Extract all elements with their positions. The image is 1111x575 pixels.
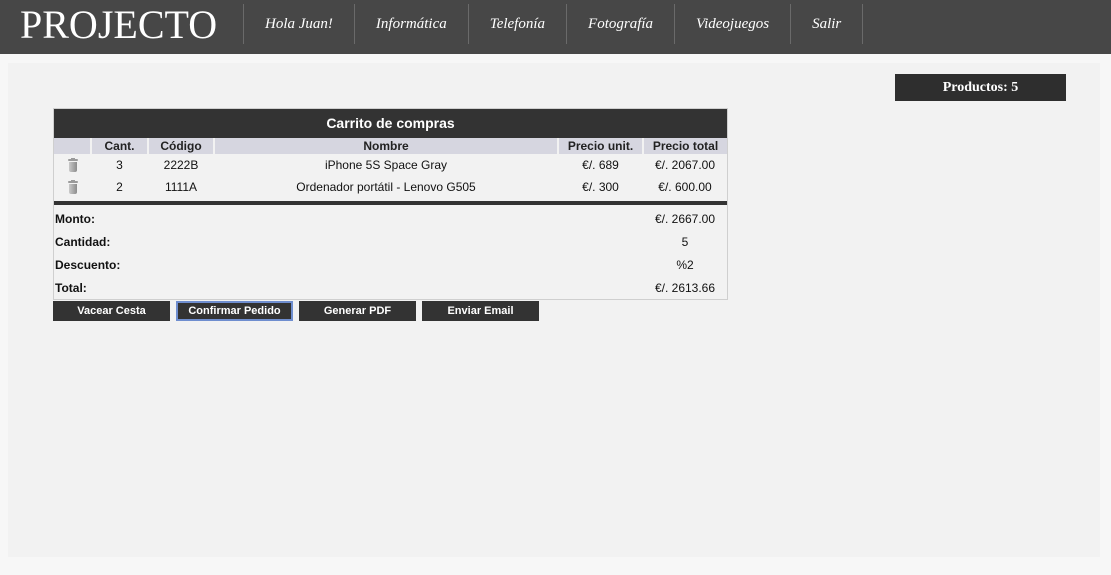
- table-row: 3 2222B iPhone 5S Space Gray €/. 689 €/.…: [54, 154, 727, 176]
- summary-row: Cantidad: 5: [54, 230, 727, 253]
- confirm-order-button[interactable]: Confirmar Pedido: [176, 301, 293, 321]
- item-qty: 3: [116, 158, 123, 172]
- generate-pdf-button[interactable]: Generar PDF: [299, 301, 416, 321]
- col-nombre: Nombre: [213, 138, 558, 154]
- item-name: Ordenador portátil - Lenovo G505: [296, 180, 476, 194]
- item-qty: 2: [116, 180, 123, 194]
- nav-fotografia[interactable]: Fotografía: [566, 4, 674, 44]
- delete-item-button[interactable]: [54, 154, 91, 176]
- item-unit-price: €/. 300: [582, 180, 619, 194]
- summary-row: Descuento: %2: [54, 253, 727, 276]
- col-delete: [54, 138, 91, 154]
- table-row: 2 1111A Ordenador portátil - Lenovo G505…: [54, 176, 727, 198]
- main-nav: Hola Juan! Informática Telefonía Fotogra…: [243, 4, 864, 44]
- products-counter: Productos: 5: [895, 74, 1066, 101]
- nav-telefonia[interactable]: Telefonía: [467, 4, 566, 44]
- nav-videojuegos[interactable]: Videojuegos: [674, 4, 790, 44]
- item-name: iPhone 5S Space Gray: [324, 158, 448, 172]
- table-header-row: Cant. Código Nombre Precio unit. Precio …: [54, 138, 727, 154]
- summary-row: Monto: €/. 2667.00: [54, 207, 727, 230]
- trash-icon[interactable]: [67, 158, 78, 173]
- shopping-cart: Carrito de compras Cant. Código Nombre P…: [53, 108, 728, 300]
- item-code: 1111A: [164, 180, 198, 194]
- item-unit-price: €/. 689: [582, 158, 619, 172]
- delete-item-button[interactable]: [54, 176, 91, 198]
- empty-cart-button[interactable]: Vacear Cesta: [53, 301, 170, 321]
- header-bar: PROJECTO Hola Juan! Informática Telefoní…: [0, 0, 1111, 54]
- site-logo[interactable]: PROJECTO: [20, 2, 217, 48]
- item-total-price: €/. 600.00: [658, 180, 712, 194]
- monto-label: Monto:: [55, 211, 95, 226]
- monto-value: €/. 2667.00: [654, 211, 716, 226]
- send-email-button[interactable]: Enviar Email: [422, 301, 539, 321]
- item-code: 2222B: [163, 158, 199, 172]
- cart-actions: Vacear Cesta Confirmar Pedido Generar PD…: [53, 301, 545, 321]
- descuento-value: %2: [676, 257, 694, 272]
- trash-icon[interactable]: [67, 180, 78, 195]
- summary-row: Total: €/. 2613.66: [54, 276, 727, 299]
- col-precio-unit: Precio unit.: [557, 138, 643, 154]
- total-value: €/. 2613.66: [654, 280, 716, 295]
- descuento-label: Descuento:: [55, 257, 121, 272]
- nav-salir[interactable]: Salir: [790, 4, 864, 44]
- nav-informatica[interactable]: Informática: [353, 4, 468, 44]
- cart-items-table: Cant. Código Nombre Precio unit. Precio …: [54, 138, 727, 198]
- divider: [54, 201, 727, 205]
- nav-greeting[interactable]: Hola Juan!: [243, 4, 354, 44]
- total-label: Total:: [55, 280, 87, 295]
- cart-title: Carrito de compras: [54, 109, 727, 138]
- item-total-price: €/. 2067.00: [654, 158, 716, 172]
- col-precio-total: Precio total: [642, 138, 727, 154]
- col-cant: Cant.: [90, 138, 148, 154]
- main-panel: Productos: 5 Carrito de compras Cant. Có…: [8, 63, 1100, 557]
- cart-summary: Monto: €/. 2667.00 Cantidad: 5 Descuento…: [54, 207, 727, 299]
- cantidad-label: Cantidad:: [55, 234, 111, 249]
- col-codigo: Código: [147, 138, 214, 154]
- cantidad-value: 5: [681, 234, 689, 249]
